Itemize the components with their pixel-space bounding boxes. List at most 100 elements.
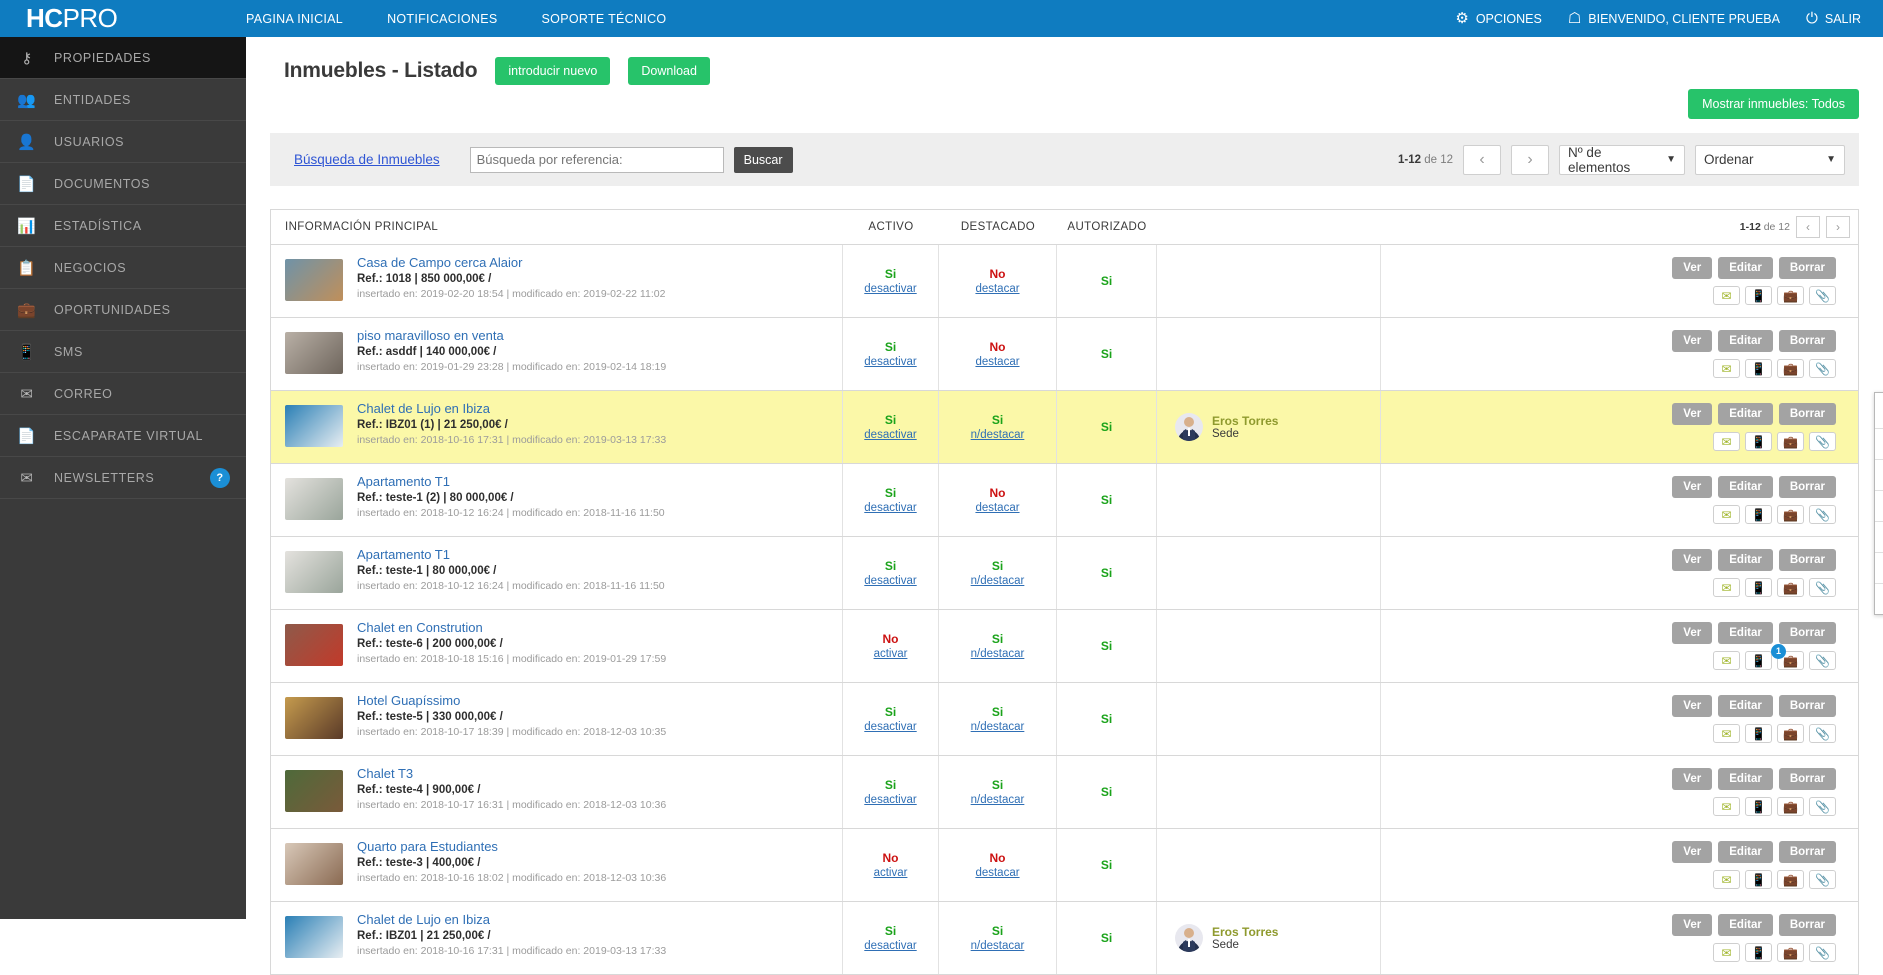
paperclip-icon-button[interactable]: 📎 — [1809, 432, 1836, 451]
table-next-button[interactable]: › — [1826, 216, 1850, 238]
paperclip-icon-button[interactable]: 📎 — [1809, 359, 1836, 378]
active-toggle-link[interactable]: desactivar — [864, 283, 916, 295]
logout-button[interactable]: ⏻ SALIR — [1806, 11, 1861, 26]
editar-button[interactable]: Editar — [1718, 330, 1773, 352]
sms-icon-button[interactable]: 📱 — [1745, 578, 1772, 597]
sidebar-item-usuarios[interactable]: 👤 USUARIOS — [0, 121, 246, 163]
paperclip-icon-button[interactable]: 📎 — [1809, 797, 1836, 816]
property-title[interactable]: Apartamento T1 — [357, 547, 665, 562]
mail-icon-button[interactable]: ✉ — [1713, 578, 1740, 597]
sidebar-item-propiedades[interactable]: ⚷ PROPIEDADES — [0, 37, 246, 79]
borrar-button[interactable]: Borrar — [1778, 768, 1836, 790]
nav-soporte-tecnico[interactable]: SOPORTE TÉCNICO — [542, 12, 667, 26]
property-title[interactable]: Hotel Guapíssimo — [357, 693, 666, 708]
editar-button[interactable]: Editar — [1718, 403, 1773, 425]
property-title[interactable]: piso maravilloso en venta — [357, 328, 666, 343]
borrar-button[interactable]: Borrar — [1778, 914, 1836, 936]
briefcase-icon-button[interactable]: 💼 — [1777, 724, 1804, 743]
paperclip-icon-button[interactable]: 📎 — [1809, 578, 1836, 597]
property-title[interactable]: Chalet T3 — [357, 766, 666, 781]
featured-toggle-link[interactable]: n/destacar — [971, 575, 1025, 587]
featured-toggle-link[interactable]: n/destacar — [971, 721, 1025, 733]
property-thumbnail[interactable] — [285, 624, 343, 666]
mail-icon-button[interactable]: ✉ — [1713, 651, 1740, 670]
sidebar-item-documentos[interactable]: 📄 DOCUMENTOS — [0, 163, 246, 205]
sidebar-item-negocios[interactable]: 📋 NEGOCIOS — [0, 247, 246, 289]
property-thumbnail[interactable] — [285, 916, 343, 958]
busqueda-de-inmuebles-link[interactable]: Búsqueda de Inmuebles — [294, 152, 440, 167]
ver-button[interactable]: Ver — [1672, 330, 1713, 352]
editar-button[interactable]: Editar — [1718, 768, 1773, 790]
nav-notificaciones[interactable]: NOTIFICACIONES — [387, 12, 497, 26]
featured-toggle-link[interactable]: n/destacar — [971, 940, 1025, 952]
featured-toggle-link[interactable]: destacar — [975, 502, 1019, 514]
active-toggle-link[interactable]: desactivar — [864, 575, 916, 587]
sms-icon-button[interactable]: 📱 — [1745, 943, 1772, 962]
editar-button[interactable]: Editar — [1718, 549, 1773, 571]
sidebar-item-correo[interactable]: ✉ CORREO — [0, 373, 246, 415]
paperclip-icon-button[interactable]: 📎 — [1809, 943, 1836, 962]
editar-button[interactable]: Editar — [1718, 841, 1773, 863]
paperclip-icon-button[interactable]: 📎 — [1809, 724, 1836, 743]
borrar-button[interactable]: Borrar — [1778, 695, 1836, 717]
featured-toggle-link[interactable]: destacar — [975, 356, 1019, 368]
briefcase-icon-button[interactable]: 💼 — [1777, 578, 1804, 597]
paperclip-icon-button[interactable]: 📎 — [1809, 870, 1836, 889]
property-thumbnail[interactable] — [285, 478, 343, 520]
sidebar-item-newsletters[interactable]: ✉ NEWSLETTERS? — [0, 457, 246, 499]
sms-icon-button[interactable]: 📱 — [1745, 870, 1772, 889]
editar-button[interactable]: Editar — [1718, 622, 1773, 644]
mail-icon-button[interactable]: ✉ — [1713, 432, 1740, 451]
popup-item-hoja-de-escaparate--1-foto[interactable]: Hoja de escaparate – 1 foto — [1875, 491, 1883, 522]
ver-button[interactable]: Ver — [1672, 622, 1713, 644]
borrar-button[interactable]: Borrar — [1778, 330, 1836, 352]
editar-button[interactable]: Editar — [1718, 476, 1773, 498]
featured-toggle-link[interactable]: destacar — [975, 867, 1019, 879]
briefcase-icon-button[interactable]: 💼 — [1777, 943, 1804, 962]
borrar-button[interactable]: Borrar — [1778, 549, 1836, 571]
pagination-prev-button[interactable]: ‹ — [1463, 144, 1501, 175]
property-thumbnail[interactable] — [285, 259, 343, 301]
active-toggle-link[interactable]: activar — [874, 867, 908, 879]
agent-name[interactable]: Eros Torres — [1212, 414, 1278, 428]
sms-icon-button[interactable]: 📱 — [1745, 359, 1772, 378]
popup-item-ficha-del-inmueble[interactable]: Ficha del inmueble — [1875, 460, 1883, 491]
featured-toggle-link[interactable]: destacar — [975, 283, 1019, 295]
ver-button[interactable]: Ver — [1672, 257, 1713, 279]
property-thumbnail[interactable] — [285, 843, 343, 885]
mail-icon-button[interactable]: ✉ — [1713, 724, 1740, 743]
featured-toggle-link[interactable]: n/destacar — [971, 429, 1025, 441]
editar-button[interactable]: Editar — [1718, 257, 1773, 279]
briefcase-icon-button[interactable]: 💼 — [1777, 870, 1804, 889]
briefcase-icon-button[interactable]: 💼 — [1777, 797, 1804, 816]
mostrar-inmuebles-button[interactable]: Mostrar inmuebles: Todos — [1688, 89, 1859, 119]
briefcase-icon-button[interactable]: 💼 — [1777, 359, 1804, 378]
borrar-button[interactable]: Borrar — [1778, 257, 1836, 279]
popup-item-pdf-ficha-detallada[interactable]: PDF Ficha detallada — [1875, 553, 1883, 584]
ver-button[interactable]: Ver — [1672, 841, 1713, 863]
sms-icon-button[interactable]: 📱 — [1745, 286, 1772, 305]
property-thumbnail[interactable] — [285, 405, 343, 447]
sidebar-item-estadstica[interactable]: 📊 ESTADÍSTICA — [0, 205, 246, 247]
pagination-next-button[interactable]: › — [1511, 144, 1549, 175]
ver-button[interactable]: Ver — [1672, 695, 1713, 717]
mail-icon-button[interactable]: ✉ — [1713, 797, 1740, 816]
buscar-button[interactable]: Buscar — [733, 146, 793, 173]
nav-pagina-inicial[interactable]: PAGINA INICIAL — [246, 12, 343, 26]
sidebar-item-entidades[interactable]: 👥 ENTIDADES — [0, 79, 246, 121]
download-button[interactable]: Download — [628, 57, 710, 85]
property-title[interactable]: Chalet de Lujo en Ibiza — [357, 401, 666, 416]
paperclip-icon-button[interactable]: 📎 — [1809, 651, 1836, 670]
search-input[interactable] — [469, 146, 724, 173]
property-title[interactable]: Quarto para Estudiantes — [357, 839, 666, 854]
sidebar-item-escaparate-virtual[interactable]: 📄 ESCAPARATE VIRTUAL — [0, 415, 246, 457]
paperclip-icon-button[interactable]: 📎 — [1809, 286, 1836, 305]
ver-button[interactable]: Ver — [1672, 476, 1713, 498]
property-title[interactable]: Apartamento T1 — [357, 474, 665, 489]
editar-button[interactable]: Editar — [1718, 695, 1773, 717]
property-thumbnail[interactable] — [285, 770, 343, 812]
active-toggle-link[interactable]: desactivar — [864, 502, 916, 514]
borrar-button[interactable]: Borrar — [1778, 622, 1836, 644]
mail-icon-button[interactable]: ✉ — [1713, 870, 1740, 889]
featured-toggle-link[interactable]: n/destacar — [971, 648, 1025, 660]
